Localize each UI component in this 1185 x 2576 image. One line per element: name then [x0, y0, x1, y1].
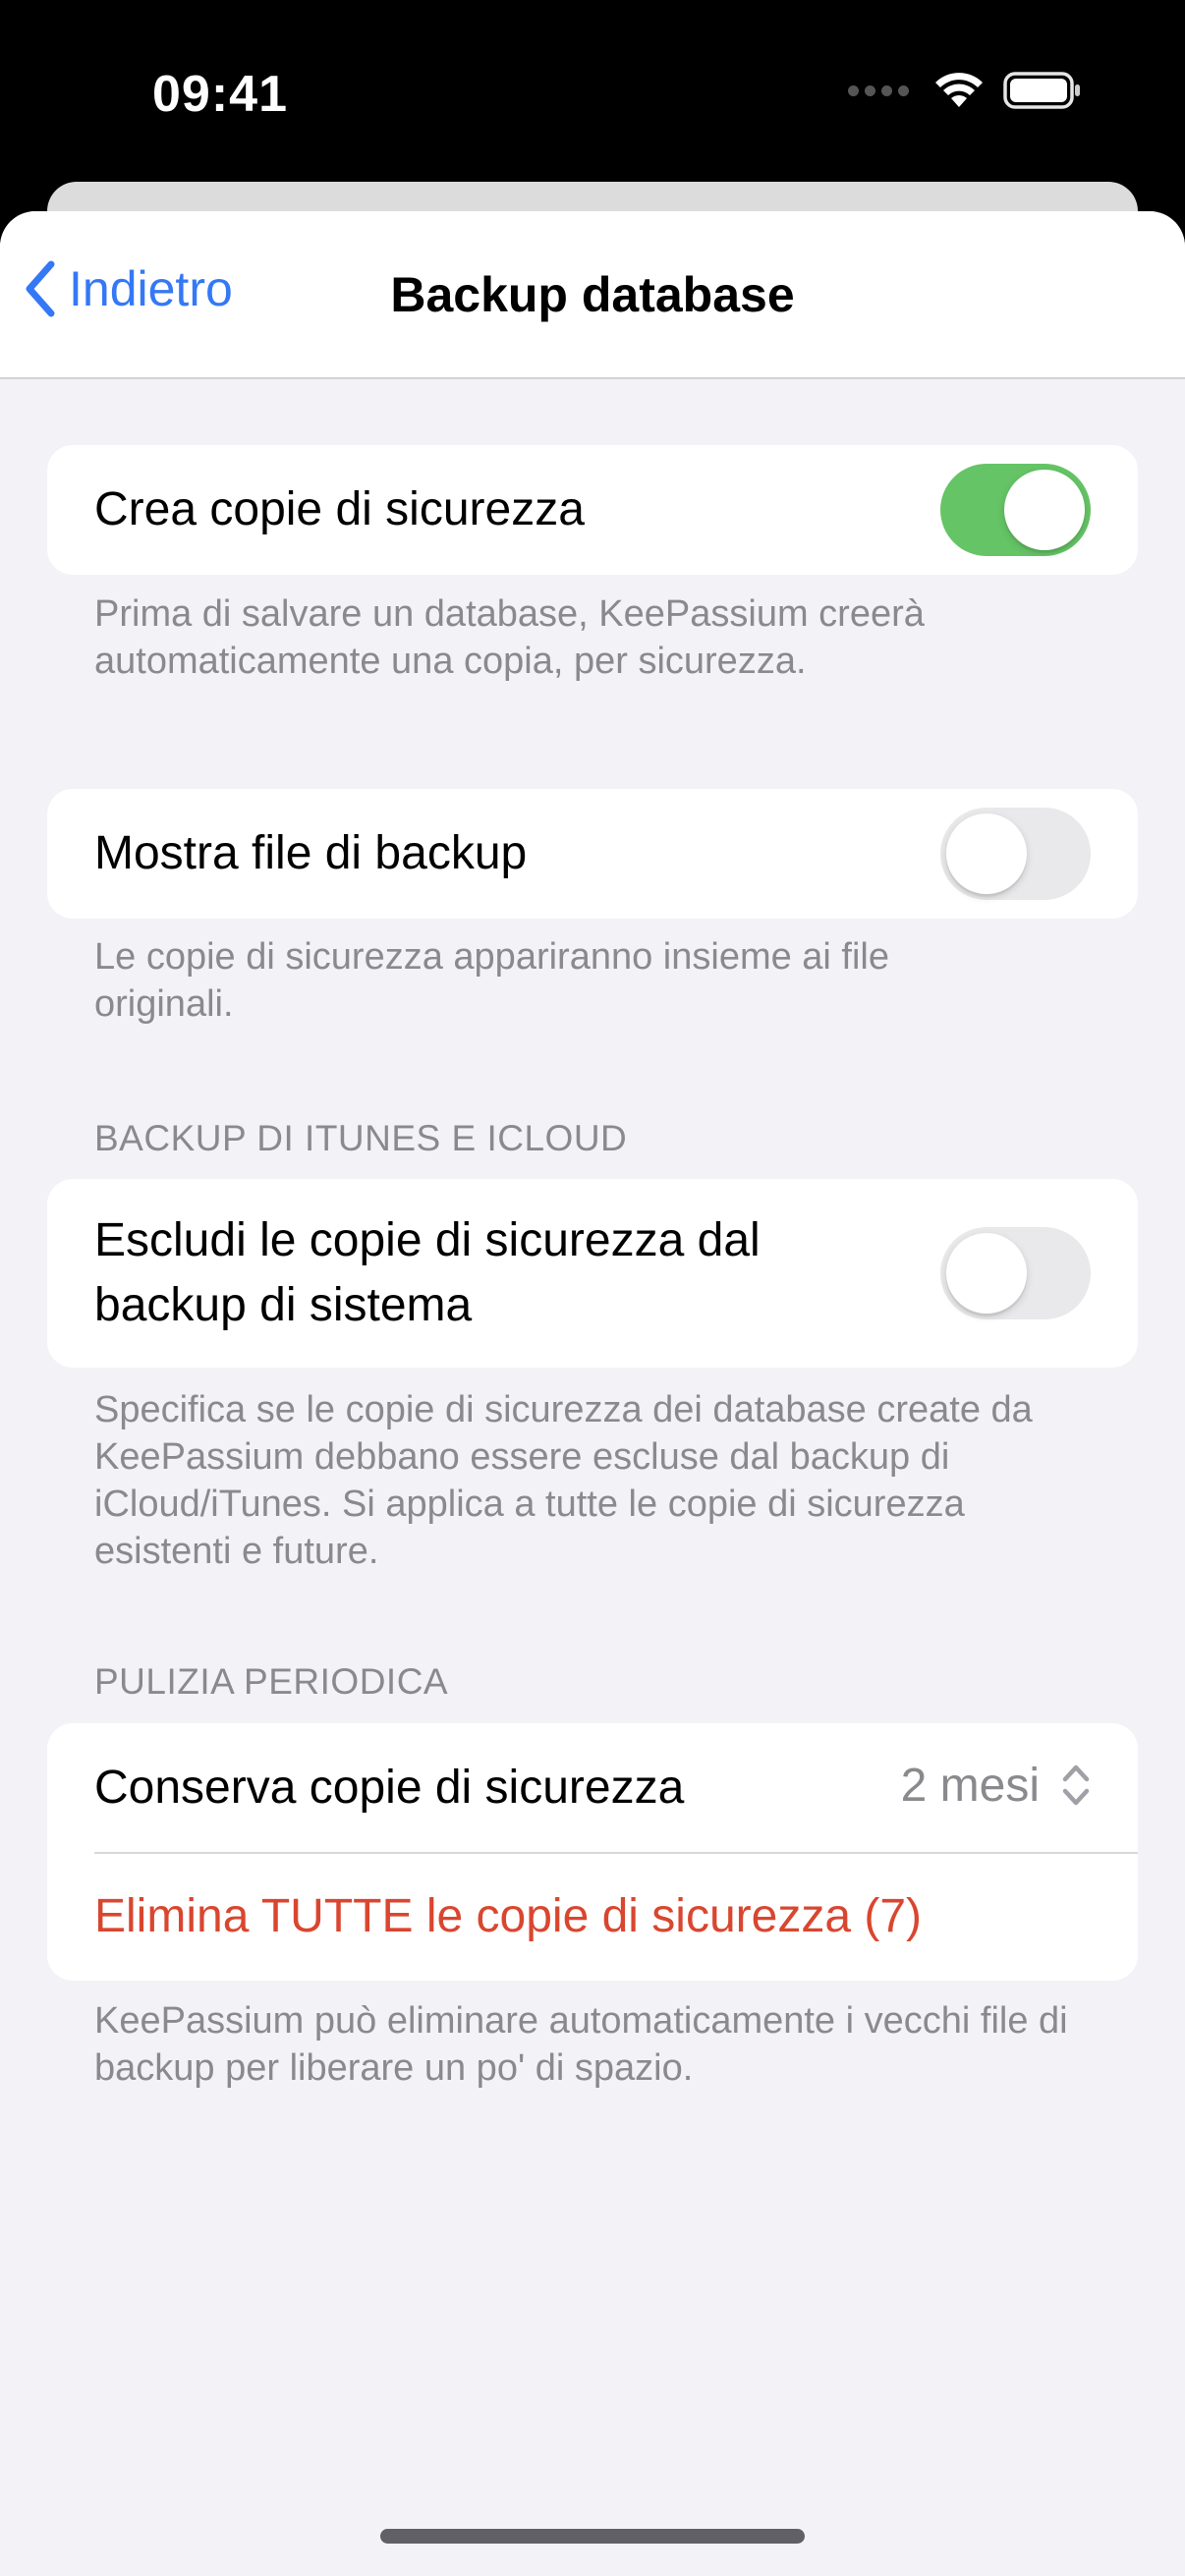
wifi-icon: [935, 73, 983, 107]
keep-backups-label: Conserva copie di sicurezza: [94, 1761, 685, 1814]
navigation-bar: Indietro Backup database: [0, 211, 1185, 379]
create-backups-label: Crea copie di sicurezza: [94, 483, 585, 535]
show-backup-files-label: Mostra file di backup: [94, 827, 528, 879]
cellular-signal-icon: [848, 84, 909, 96]
status-icons: [848, 71, 1082, 110]
create-backups-footer: Prima di salvare un database, KeePassium…: [94, 593, 925, 682]
itunes-icloud-section-header: BACKUP DI ITUNES E ICLOUD: [94, 1118, 628, 1158]
create-backups-group: Crea copie di sicurezza: [47, 445, 1138, 575]
home-indicator[interactable]: [380, 2529, 805, 2544]
cleanup-footer: KeePassium può eliminare automaticamente…: [94, 2000, 1068, 2089]
status-time: 09:41: [152, 66, 288, 123]
cleanup-section-header: PULIZIA PERIODICA: [94, 1661, 449, 1702]
toggle-knob: [1004, 470, 1085, 550]
itunes-icloud-group: Escludi le copie di sicurezza dal backup…: [47, 1179, 1138, 1368]
battery-icon: [1003, 72, 1080, 109]
show-backup-files-row: Mostra file di backup: [47, 789, 1138, 919]
settings-sheet: Indietro Backup database Crea copie di s…: [0, 211, 1185, 2576]
delete-all-backups-label: Elimina TUTTE le copie di sicurezza (7): [94, 1889, 923, 1942]
exclude-system-backup-row: Escludi le copie di sicurezza dal backup…: [47, 1179, 1138, 1368]
keep-backups-picker[interactable]: 2 mesi: [901, 1759, 1091, 1813]
toggle-knob: [946, 813, 1027, 894]
chevron-up-down-icon: [1062, 1764, 1090, 1806]
status-bar: 09:41: [0, 0, 1185, 187]
toggle-knob: [946, 1233, 1027, 1314]
create-backups-toggle[interactable]: [940, 464, 1091, 556]
keep-backups-row[interactable]: Conserva copie di sicurezza 2 mesi: [47, 1723, 1138, 1852]
exclude-system-backup-toggle[interactable]: [940, 1227, 1091, 1319]
delete-all-backups-button[interactable]: Elimina TUTTE le copie di sicurezza (7): [47, 1852, 1138, 1981]
show-backup-files-footer: Le copie di sicurezza appariranno insiem…: [94, 936, 890, 1025]
show-backup-files-group: Mostra file di backup: [47, 789, 1138, 919]
keep-backups-value: 2 mesi: [900, 1759, 1040, 1812]
page-title: Backup database: [390, 267, 795, 322]
itunes-icloud-footer: Specifica se le copie di sicurezza dei d…: [94, 1389, 1033, 1572]
show-backup-files-toggle[interactable]: [940, 808, 1091, 900]
create-backups-row: Crea copie di sicurezza: [47, 445, 1138, 575]
cleanup-group: Conserva copie di sicurezza 2 mesi Elimi…: [47, 1723, 1138, 1981]
exclude-system-backup-label: Escludi le copie di sicurezza dal backup…: [94, 1214, 761, 1331]
